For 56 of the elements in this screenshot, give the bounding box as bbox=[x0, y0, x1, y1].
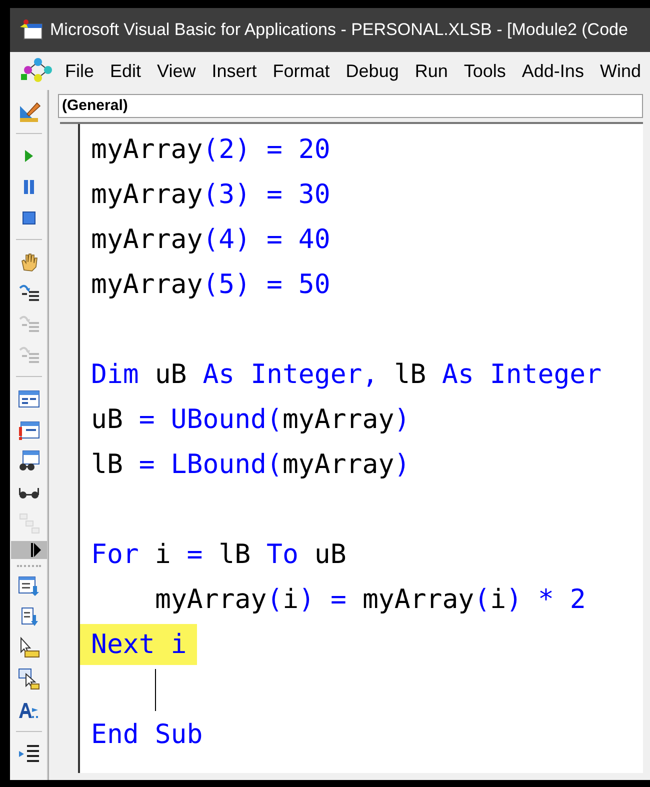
menu-item[interactable]: Tools bbox=[456, 58, 513, 84]
code-keyword: (3) = 30 bbox=[202, 178, 330, 212]
glasses-window-icon[interactable] bbox=[16, 448, 40, 472]
code-text: i bbox=[154, 538, 172, 572]
code-keyword: ) bbox=[394, 448, 410, 482]
code-text: myArray bbox=[282, 448, 394, 482]
menu-item[interactable]: Format bbox=[266, 58, 337, 84]
code-keyword: ( bbox=[266, 582, 283, 617]
menu-item[interactable]: Edit bbox=[103, 58, 148, 84]
menu-item[interactable]: Insert bbox=[204, 58, 264, 84]
code-text: uB bbox=[313, 538, 346, 572]
menu-item[interactable]: Add-Ins bbox=[514, 58, 591, 84]
pointer-copy-icon[interactable] bbox=[16, 666, 40, 690]
app-icon bbox=[18, 19, 44, 41]
code-keyword: ( bbox=[474, 582, 490, 617]
code-text: myArray bbox=[91, 178, 203, 212]
code-keyword: = bbox=[186, 538, 203, 572]
code-keyword: ) = bbox=[298, 582, 348, 617]
code-keyword: Dim bbox=[91, 358, 139, 392]
code-text: myArray bbox=[362, 582, 474, 617]
code-text: myArray bbox=[91, 222, 203, 257]
window-title: Microsoft Visual Basic for Applications - PERSONAL.XLSB - [Module2 (Code bbox=[50, 19, 628, 42]
code-keyword: ) * 2 bbox=[506, 582, 586, 617]
code-keyword: As Integer, bbox=[202, 358, 378, 392]
code-keyword: = UBound( bbox=[138, 402, 282, 437]
code-keyword: As Integer bbox=[442, 358, 602, 392]
menu-item[interactable]: View bbox=[150, 58, 203, 84]
code-keyword: (4) = 40 bbox=[202, 222, 330, 257]
code-text: myArray bbox=[91, 132, 203, 167]
code-text: lB bbox=[393, 358, 428, 392]
code-editor[interactable]: myArray(2) = 20 myArray(3) = 30 myArray(4) = 40 myArray(5) = 50 Dim uB As Integer, lB As Integer uB = UBound(myArray) lB = LBound(myArray) For i = lB To uB myArray(i) = myArray(i) * 2 Next i End Sub bbox=[60, 122, 643, 773]
code-text: uB bbox=[91, 402, 123, 437]
code-text: uB bbox=[154, 358, 188, 392]
list-arrow-icon[interactable] bbox=[16, 574, 40, 598]
code-keyword: Next i bbox=[91, 628, 187, 662]
code-text: i bbox=[282, 582, 299, 617]
code-text: lB bbox=[218, 538, 252, 572]
code-keyword: ) bbox=[394, 402, 410, 437]
toolbar-overflow-button[interactable] bbox=[10, 541, 46, 559]
code-keyword: (5) = 50 bbox=[202, 268, 330, 302]
code-keyword: For bbox=[91, 538, 139, 572]
menu-item[interactable]: File bbox=[58, 58, 102, 84]
code-text: lB bbox=[91, 448, 123, 482]
code-keyword: (2) = 20 bbox=[202, 132, 330, 167]
code-text: myArray bbox=[91, 268, 203, 302]
menu-item[interactable]: Wind bbox=[592, 58, 648, 84]
menu-item[interactable]: Run bbox=[408, 58, 455, 84]
code-keyword: End Sub bbox=[91, 718, 203, 752]
code-text: myArray bbox=[155, 582, 267, 617]
object-dropdown[interactable]: (General) bbox=[58, 94, 643, 118]
chevron-right-icon bbox=[30, 543, 40, 557]
code-keyword: To bbox=[266, 538, 298, 572]
code-keyword: = LBound( bbox=[138, 448, 282, 482]
code-text: i bbox=[490, 582, 506, 617]
menu-item[interactable]: Debug bbox=[338, 58, 406, 84]
code-text: myArray bbox=[282, 402, 394, 437]
